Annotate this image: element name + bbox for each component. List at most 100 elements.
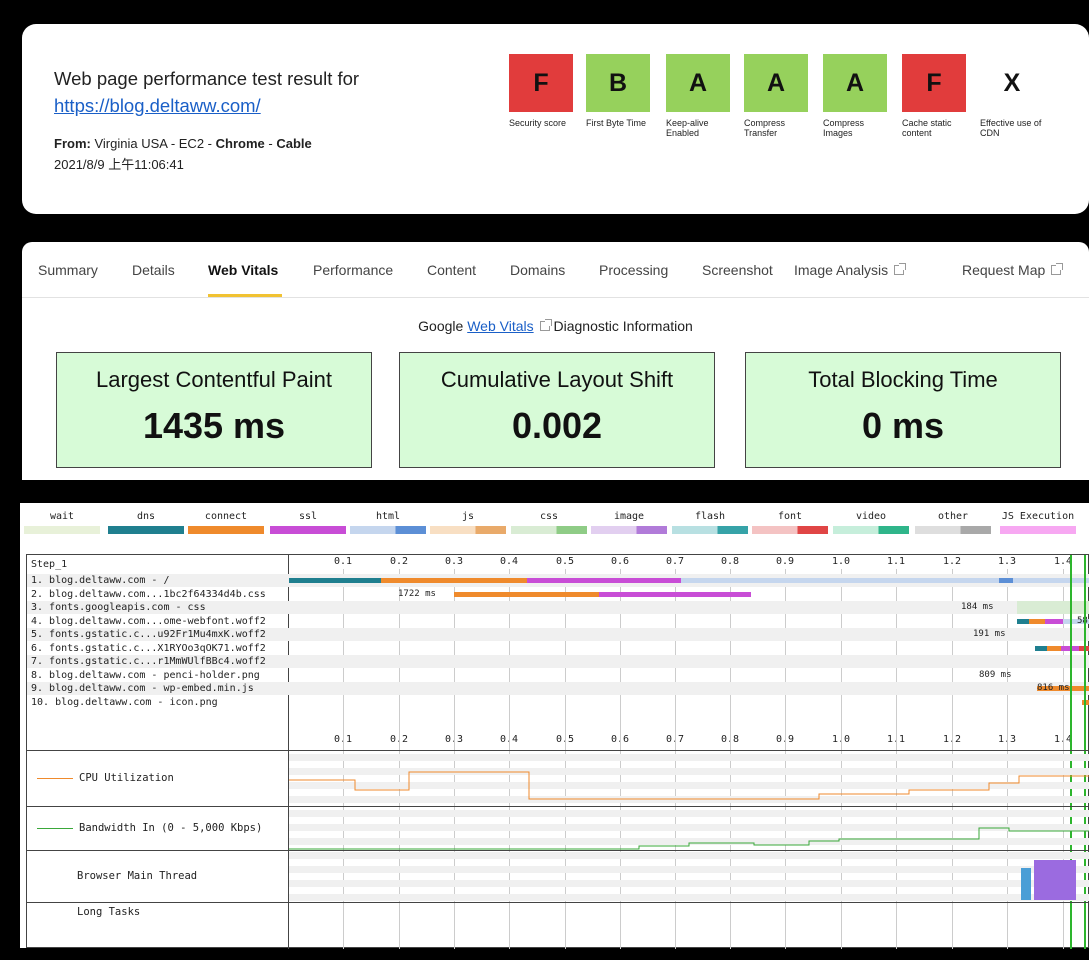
legend-swatch: [591, 526, 667, 534]
request-row[interactable]: 7. fonts.gstatic.c...r1MmWUlfBBc4.woff2: [27, 655, 1089, 668]
graph-stripe: [289, 754, 1089, 761]
vital-card-cls[interactable]: Cumulative Layout Shift 0.002: [399, 352, 715, 468]
legend-item-video: video: [833, 511, 909, 534]
request-name: 9. blog.deltaww.com - wp-embed.min.js: [31, 683, 254, 694]
legend-swatch: [430, 526, 506, 534]
request-row[interactable]: 4. blog.deltaww.com...ome-webfont.woff2: [27, 615, 1089, 628]
request-row[interactable]: 9. blog.deltaww.com - wp-embed.min.js: [27, 682, 1089, 695]
test-result-header: Web page performance test result for htt…: [22, 24, 1089, 214]
tab-image-analysis[interactable]: Image Analysis: [794, 262, 907, 278]
from-sep: -: [268, 136, 273, 151]
legend-item-ssl: ssl: [270, 511, 346, 534]
timing-bar: [381, 578, 527, 583]
grade-label: Compress Transfer: [744, 118, 786, 138]
graph-stripe: [289, 810, 1089, 817]
request-name: 7. fonts.gstatic.c...r1MmWUlfBBc4.woff2: [31, 656, 266, 667]
grade-cache-static[interactable]: F Cache static content: [902, 54, 966, 140]
tick-label-top: 0.4: [499, 556, 519, 567]
graph-label-text: Long Tasks: [77, 906, 141, 918]
legend-label: html: [375, 511, 401, 522]
tab-details[interactable]: Details: [132, 262, 175, 278]
timing-bar: [1017, 618, 1029, 624]
tab-processing[interactable]: Processing: [599, 262, 668, 278]
grade-letter: A: [823, 54, 887, 112]
legend-label: font: [777, 511, 803, 522]
grade-label: Effective use of CDN: [980, 118, 1042, 138]
request-name: 1. blog.deltaww.com - /: [31, 575, 170, 586]
timing-bar: [681, 578, 999, 583]
request-row[interactable]: 10. blog.deltaww.com - icon.png: [27, 696, 1089, 709]
legend-item-font: font: [752, 511, 828, 534]
from-location: Virginia USA - EC2 -: [94, 136, 212, 151]
test-datetime: 2021/8/9 上午11:06:41: [54, 157, 184, 172]
tab-performance[interactable]: Performance: [313, 262, 393, 278]
graph-label-text: Bandwidth In (0 - 5,000 Kbps): [79, 822, 263, 834]
external-link-icon: [539, 319, 552, 331]
legend-label: video: [855, 511, 887, 522]
request-name: 6. fonts.gstatic.c...X1RYOo3qOK71.woff2: [31, 642, 266, 654]
timing-bar: [289, 578, 381, 583]
waterfall-chart: wait dns connect ssl html js css image flash font…: [20, 503, 1089, 949]
external-link-icon: [1051, 263, 1064, 275]
tab-content[interactable]: Content: [427, 262, 476, 278]
request-row[interactable]: 3. fonts.googleapis.com - css: [27, 601, 1089, 614]
legend-swatch: [108, 526, 184, 534]
grade-compress-transfer[interactable]: A Compress Transfer: [744, 54, 808, 140]
vitals-heading: Google Web Vitals Diagnostic Information: [22, 318, 1089, 334]
legend-label: dns: [136, 511, 156, 522]
tick-label-top: 1.3: [997, 556, 1017, 567]
duration-label: 587: [1077, 615, 1089, 626]
grade-compress-images[interactable]: A Compress Images: [823, 54, 887, 140]
timing-bar: [1029, 618, 1045, 624]
graph-stripe: [289, 880, 1089, 887]
tick-label-top: 1.2: [942, 556, 962, 567]
tab-web-vitals[interactable]: Web Vitals: [208, 262, 278, 278]
tab-summary[interactable]: Summary: [38, 262, 98, 278]
request-name: 2. blog.deltaww.com...1bc2f64334d4b.css: [31, 588, 266, 600]
from-browser: Chrome: [215, 136, 265, 151]
vital-card-lcp[interactable]: Largest Contentful Paint 1435 ms: [56, 352, 372, 468]
legend-label: wait: [49, 511, 75, 522]
legend-label: connect: [204, 511, 248, 522]
external-link-icon: [894, 263, 907, 275]
waterfall-table: Step_1 0.1 0.2 0.3 0.4 0.5 0.6 0.7 0.8 0.9 1.0 1.1 1…: [26, 554, 1089, 949]
legend-item-dns: dns: [108, 511, 184, 534]
tab-screenshot[interactable]: Screenshot: [702, 262, 773, 278]
tested-url-link[interactable]: https://blog.deltaww.com/: [54, 95, 261, 117]
graph-legend-line: [37, 827, 73, 829]
graph-stripe: [289, 824, 1089, 831]
legend-label: image: [613, 511, 645, 522]
legend-item-js: js: [430, 511, 506, 534]
web-vitals-link[interactable]: Web Vitals: [467, 318, 533, 334]
duration-label: 1722 ms: [398, 588, 436, 599]
legend-label: js: [461, 511, 475, 522]
duration-label: 184 ms: [961, 602, 994, 612]
tab-request-map[interactable]: Request Map: [962, 262, 1064, 278]
grade-cdn[interactable]: X Effective use of CDN: [980, 54, 1044, 140]
legend-item-flash: flash: [672, 511, 748, 534]
grade-keep-alive[interactable]: A Keep-alive Enabled: [666, 54, 730, 140]
request-name: 10. blog.deltaww.com - icon.png: [31, 696, 218, 708]
tab-domains[interactable]: Domains: [510, 262, 565, 278]
timing-bar: [454, 591, 599, 597]
legend-label: flash: [694, 511, 726, 522]
timing-bar: [999, 578, 1013, 583]
request-row[interactable]: 6. fonts.gstatic.c...X1RYOo3qOK71.woff2: [27, 642, 1089, 655]
legend-swatch: [511, 526, 587, 534]
tick-label-top: 0.2: [389, 556, 409, 567]
grade-security-score[interactable]: F Security score: [509, 54, 573, 140]
vital-card-tbt[interactable]: Total Blocking Time 0 ms: [745, 352, 1061, 468]
legend-swatch: [270, 526, 346, 534]
legend-label: ssl: [298, 511, 318, 522]
grade-first-byte-time[interactable]: B First Byte Time: [586, 54, 650, 140]
legend-swatch: [350, 526, 426, 534]
legend-item-wait: wait: [24, 511, 100, 534]
grade-label: Security score: [509, 118, 567, 128]
graph-label-text: CPU Utilization: [79, 772, 174, 784]
grade-label: Compress Images: [823, 118, 865, 138]
vital-value: 0.002: [511, 405, 603, 446]
legend-swatch: [188, 526, 264, 534]
timing-bar: [1047, 645, 1061, 651]
request-row[interactable]: 5. fonts.gstatic.c...u92Fr1Mu4mxK.woff2: [27, 628, 1089, 641]
request-row[interactable]: 8. blog.deltaww.com - penci-holder.png: [27, 669, 1089, 682]
